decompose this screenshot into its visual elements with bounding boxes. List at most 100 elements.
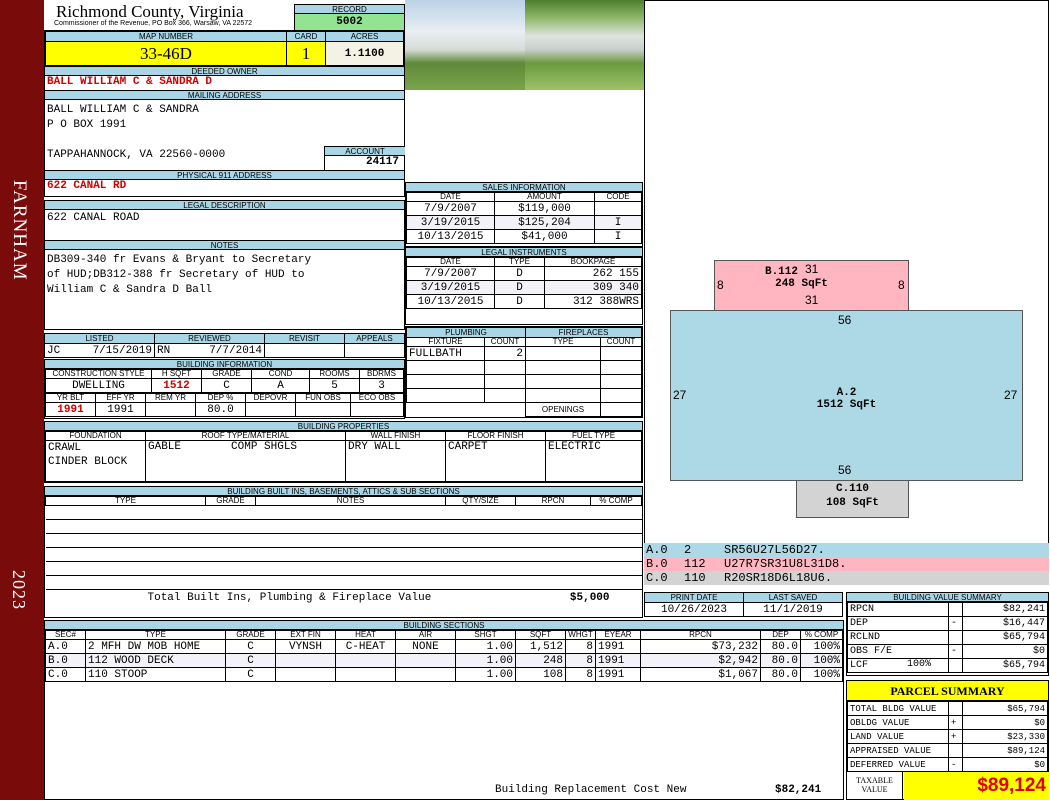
value-summary-row: OBS F/E - $0 [847,644,1048,659]
property-photo[interactable] [405,0,525,90]
section-label: C.110 [835,483,869,495]
col-header: GRADE [205,496,256,506]
col-header: ROOMS [309,369,360,379]
floor-finish: CARPET [445,440,546,482]
col-header: FUEL TYPE [545,431,642,441]
year-built: 1991 [45,402,96,417]
effective-year: 1991 [95,402,146,417]
parcel-summary-row: OBLDG VALUE + $0 [847,715,1048,730]
value-summary-row: RPCN $82,241 [847,602,1048,617]
record-number: 5002 [295,14,404,30]
cell-k: TOTAL BLDG VALUE [847,701,949,716]
cell-air [395,667,456,682]
lcf-percent: 100% [907,659,932,670]
revisit-value [264,343,345,358]
reviewed-date: 7/7/2014 [209,344,262,357]
col-header: AIR [395,630,456,640]
cell-s: + [948,729,963,744]
col-header: TYPE [525,337,602,347]
cell-bp: 312 388WRS [544,294,642,309]
sketch-section-c[interactable]: C.110 108 SqFt [796,480,909,518]
parcel-summary-row: DEFERRED VALUE - $0 [847,757,1048,772]
cell-type: D [494,294,545,309]
cell-k: DEP [847,616,949,631]
instrument-row: 7/9/2007 D 262 155 [406,266,642,281]
replacement-cost-value: $82,241 [775,784,822,796]
cell-v: $65,794 [962,701,1048,716]
col-header: SEC# [45,630,86,640]
depreciation: 80.0 [195,402,246,417]
last-saved-label: LAST SAVED [743,592,843,603]
col-header: EXT FIN [275,630,336,640]
cell-air: NONE [395,639,456,654]
heated-sqft: 1512 [151,378,202,393]
cell-grade: C [225,653,276,668]
account-label: ACCOUNT [325,147,405,156]
listed-date: 7/15/2019 [92,344,152,357]
cell-v: $23,330 [962,729,1048,744]
col-header: COND [251,369,310,379]
town-name: FARNHAM [9,180,30,281]
building-properties-box: BUILDING PROPERTIES FOUNDATION ROOF TYPE/… [44,421,643,483]
cell-k: LAND VALUE [847,729,949,744]
sketch-section-a[interactable]: A.2 1512 SqFt [670,310,1023,481]
cell-heat [335,653,396,668]
county-title: Richmond County, Virginia [56,2,244,21]
review-box: LISTED REVIEWED REVISIT APPEALS JC 7/15/2019… [44,333,405,358]
sketch-area[interactable]: B.112 248 SqFt 31 31 8 8 A.2 1512 SqFt 5… [644,0,1049,544]
col-header: COUNT [600,337,642,347]
physical-address: 622 CANAL RD [47,180,127,192]
col-header: DATE [406,257,495,267]
section-row: B.0 112 WOOD DECK C 1.00 248 8 1991 $2,942 80.0 1… [45,653,843,668]
parcel-summary: PARCEL SUMMARY TOTAL BLDG VALUE $65,794 OB… [846,680,1049,800]
section-label: A.2 [836,387,857,399]
col-header: TYPE [85,630,226,640]
cell-amount: $125,204 [494,215,595,230]
value-summary-row: DEP - $16,447 [847,616,1048,631]
col-header: COUNT [483,337,527,347]
appeals-value [344,343,405,358]
card-label: CARD [286,31,326,42]
built-ins-total-label: Total Built Ins, Plumbing & Fireplace Va… [147,592,432,604]
cell-s [948,630,963,645]
building-info-label: BUILDING INFORMATION [45,360,404,369]
notes-box: NOTES DB309-340 fr Evans & Bryant to Sec… [44,240,405,330]
dimension-label: 56 [838,313,852,327]
foundation: CINDER BLOCK [48,456,128,468]
col-header: % COMP [590,496,642,506]
condition: A [251,378,310,393]
dates-box: PRINT DATE LAST SAVED 10/26/2023 11/1/2019 [644,592,843,618]
col-header: YR BLT [45,393,96,403]
parcel-summary-row: LAND VALUE + $23,330 [847,729,1048,744]
cell-ext: VYNSH [275,639,336,654]
cell-amount: $119,000 [494,201,595,216]
cell-dep: 80.0 [760,667,801,682]
cell-type: 2 MFH DW MOB HOME [85,639,226,654]
cell-whgt: 8 [565,639,596,654]
cell-eyear: 1991 [595,653,641,668]
plumbing-fixture: FULLBATH [406,346,485,361]
owner-label: DEEDED OWNER [45,67,404,76]
cell-k: LCF [847,658,949,673]
openings-label: OPENINGS [525,402,602,417]
parcel-summary-title: PARCEL SUMMARY [847,681,1048,701]
col-header: GRADE [201,369,252,379]
cell-grade: C [225,667,276,682]
cell-k: RCLND [847,630,949,645]
cell-rpcn: $73,232 [640,639,761,654]
owner-name: BALL WILLIAM C & SANDRA D [47,76,213,88]
col-header: EFF YR [95,393,146,403]
col-header: NOTES [255,496,446,506]
economic-obs [350,402,404,417]
bedrooms: 3 [359,378,404,393]
col-header: DEP % [195,393,246,403]
cell-k: OBLDG VALUE [847,715,949,730]
dep-override [245,402,296,417]
revisit-label: REVISIT [264,333,345,344]
cell-date: 7/9/2007 [406,266,495,281]
cell-sqft: 248 [515,653,566,668]
parcel-summary-row: TOTAL BLDG VALUE $65,794 [847,701,1048,716]
col-header: DEP [760,630,801,640]
property-photo[interactable] [525,0,644,90]
cell-shgt: 1.00 [455,667,516,682]
